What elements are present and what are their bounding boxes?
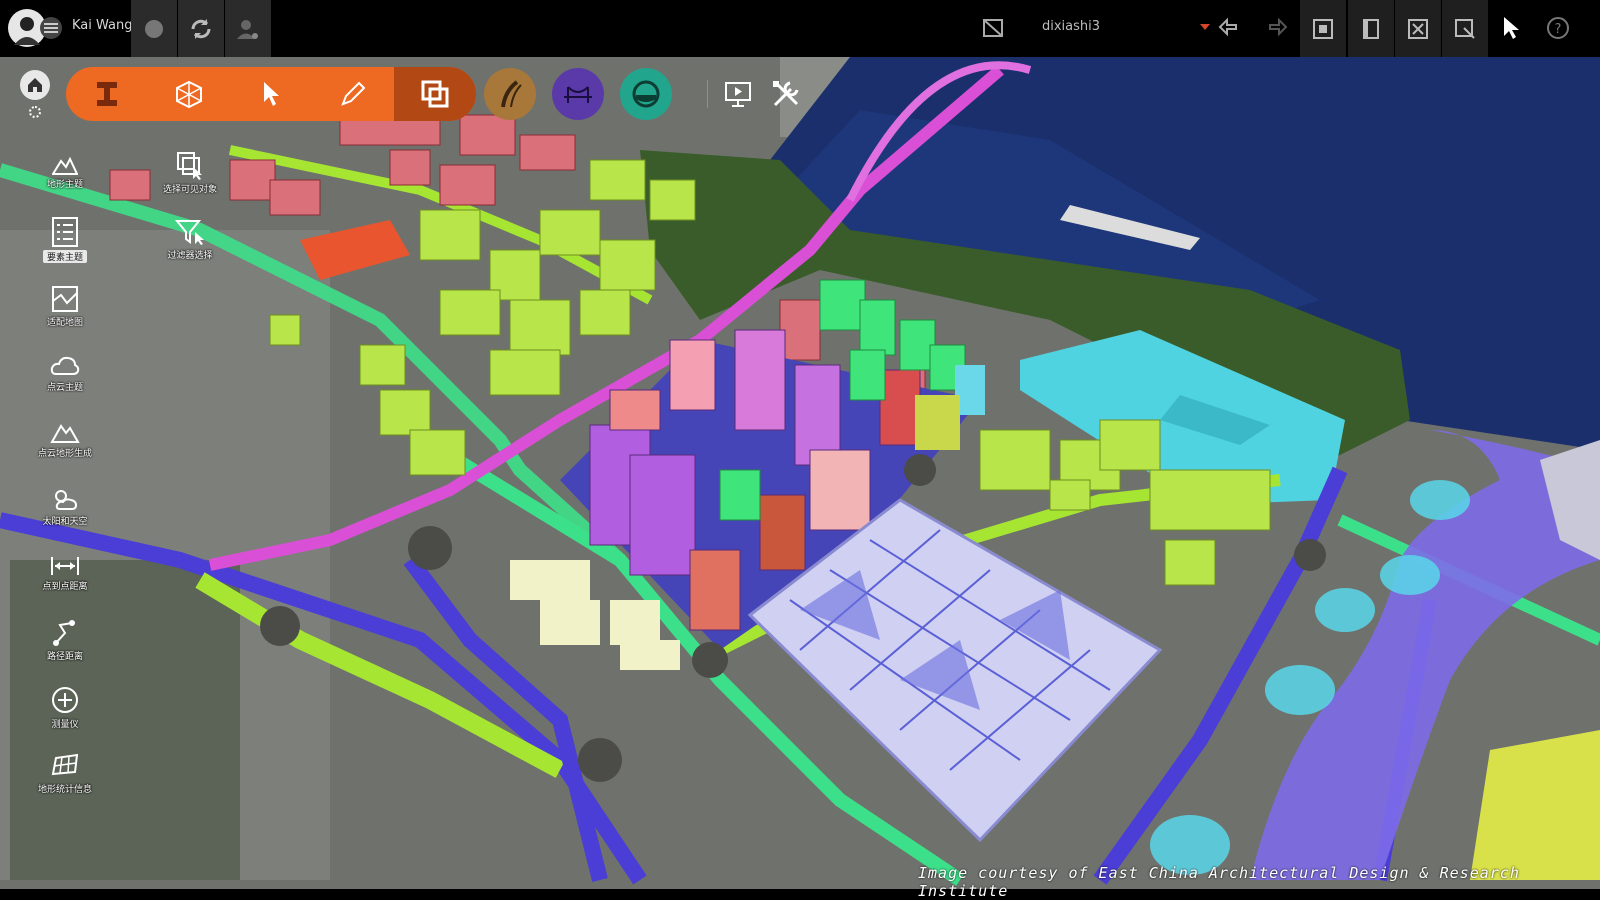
select-tool-icon <box>264 82 279 106</box>
fullscreen-icon <box>1408 18 1428 39</box>
road-tool-icon <box>501 80 522 108</box>
home-icon <box>28 78 42 92</box>
undo-icon[interactable] <box>1212 10 1248 46</box>
tools-icon <box>773 81 799 107</box>
tool-label: 点到点距离 <box>42 582 88 592</box>
bridge-tool-icon <box>564 86 592 103</box>
chat-icon <box>145 19 163 38</box>
distance-icon <box>51 557 79 575</box>
measure-tool[interactable]: 测量仪 <box>25 685 105 730</box>
model-tool-button[interactable] <box>66 67 148 121</box>
tool-label: 要素主题 <box>42 250 87 263</box>
presentation-icon <box>725 82 751 107</box>
terrain-grid-icon <box>51 753 79 776</box>
tunnel-tool-button[interactable] <box>620 68 672 120</box>
fit-map-tool[interactable]: 适配地图 <box>25 285 105 328</box>
tunnel-tool-icon <box>632 80 660 108</box>
list-icon <box>52 217 78 247</box>
fullscreen-button[interactable] <box>1395 0 1441 57</box>
pen-tool-button[interactable] <box>312 67 394 121</box>
mountain-icon <box>52 156 78 175</box>
svg-text:?: ? <box>1555 22 1562 37</box>
3d-city-scene[interactable] <box>0 57 1600 889</box>
box-tool-button[interactable] <box>148 67 230 121</box>
tool-label: 过滤器选择 <box>167 251 213 261</box>
point-cloud-terrain-icon <box>50 424 80 443</box>
toolbar-separator <box>707 80 708 108</box>
scene-name[interactable]: dixiashi3 <box>1042 19 1100 34</box>
point-cloud-icon <box>50 356 80 375</box>
scene-file-icon[interactable] <box>975 10 1011 46</box>
layer-button[interactable] <box>1300 0 1346 57</box>
tool-label: 地形统计信息 <box>37 785 92 795</box>
image-credit: Image courtesy of East China Architectur… <box>918 864 1520 900</box>
tool-label: 地形主题 <box>46 180 83 190</box>
tool-label: 测量仪 <box>51 720 79 730</box>
screenshot-button[interactable] <box>1442 0 1488 57</box>
tool-label: 点云主题 <box>46 383 83 393</box>
tool-label: 太阳和天空 <box>42 517 88 527</box>
crosshair-icon <box>52 687 78 713</box>
tool-label: 点云地形生成 <box>37 449 92 459</box>
path-icon <box>53 620 75 646</box>
select-visible-icon <box>177 152 202 180</box>
settings-gear-icon[interactable] <box>29 106 41 118</box>
tools-button[interactable] <box>760 68 812 120</box>
layer-icon <box>1313 18 1333 39</box>
pen-tool-icon <box>341 81 366 106</box>
path-distance-tool[interactable]: 路径距离 <box>25 619 105 662</box>
redo-icon[interactable] <box>1258 10 1294 46</box>
point-cloud-terrain-tool[interactable]: 点云地形生成 <box>25 420 105 459</box>
tool-label: 适配地图 <box>46 318 83 328</box>
bridge-tool-button[interactable] <box>552 68 604 120</box>
road-tool-button[interactable] <box>484 68 536 120</box>
book-icon <box>1363 18 1379 39</box>
top-bar: Kai Wang dixiashi3 ? <box>0 0 1600 57</box>
sun-and-sky-tool[interactable]: 太阳和天空 <box>25 486 105 527</box>
map-icon <box>52 286 78 312</box>
select-tool-button[interactable] <box>230 67 312 121</box>
overlay-tool-button[interactable] <box>394 67 476 121</box>
user-settings-icon <box>237 19 258 39</box>
feature-theme-tool[interactable]: 要素主题 <box>25 216 105 263</box>
book-button[interactable] <box>1348 0 1394 57</box>
user-name[interactable]: Kai Wang <box>72 18 133 33</box>
help-icon[interactable]: ? <box>1540 10 1576 46</box>
sync-button[interactable] <box>178 0 224 57</box>
pointer-icon[interactable] <box>1493 10 1529 46</box>
chat-button[interactable] <box>131 0 177 57</box>
presentation-button[interactable] <box>712 68 764 120</box>
overlay-tool-icon <box>421 80 449 108</box>
box-tool-icon <box>176 80 202 109</box>
point-to-point-distance-tool[interactable]: 点到点距离 <box>25 555 105 592</box>
terrain-statistics-tool[interactable]: 地形统计信息 <box>25 752 105 795</box>
point-cloud-theme-tool[interactable]: 点云主题 <box>25 354 105 393</box>
select-visible-objects-tool[interactable]: 选择可见对象 <box>150 150 230 195</box>
sun-cloud-icon <box>55 490 78 510</box>
tool-label: 选择可见对象 <box>162 185 217 195</box>
model-tool-icon <box>97 82 117 106</box>
filter-select-tool[interactable]: 过滤器选择 <box>150 218 230 261</box>
main-toolbar <box>66 67 476 121</box>
sync-icon <box>191 18 211 39</box>
tool-label: 路径距离 <box>46 652 83 662</box>
terrain-theme-tool[interactable]: 地形主题 <box>25 155 105 190</box>
menu-icon[interactable] <box>40 17 62 39</box>
user-settings-button[interactable] <box>225 0 271 57</box>
filter-icon <box>175 220 204 245</box>
scene-dropdown-caret[interactable] <box>1200 24 1210 30</box>
screenshot-icon <box>1455 18 1475 39</box>
home-button[interactable] <box>20 70 50 100</box>
